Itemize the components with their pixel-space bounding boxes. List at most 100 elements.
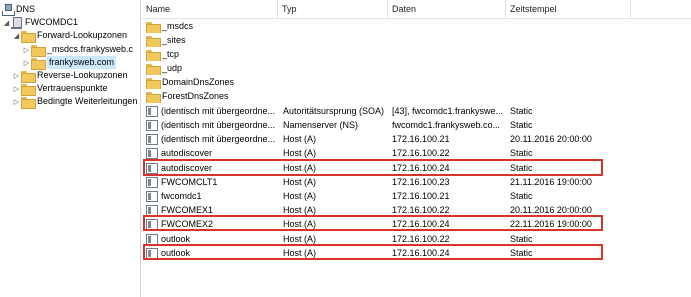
record-timestamp: Static [510,163,533,173]
table-row[interactable]: autodiscover Host (A) 172.16.100.24 Stat… [142,162,691,175]
table-row[interactable]: (identisch mit übergeordne... Namenserve… [142,119,691,132]
table-row[interactable]: FWCOMEX2 Host (A) 172.16.100.24 22.11.20… [142,218,691,231]
chevron-right-icon[interactable]: ▷ [22,46,31,54]
tree-item-forward-zones[interactable]: ◢ Forward-Lookupzonen [12,29,128,43]
console-tree: DNS ◢ FWCOMDC1 ◢ Forward-Lookupzonen ▷ _… [0,0,141,297]
record-type: Namenserver (NS) [283,120,359,130]
table-row[interactable]: FWCOMEX1 Host (A) 172.16.100.22 20.11.20… [142,204,691,217]
server-icon [11,16,22,29]
list-item[interactable]: DomainDnsZones [142,76,691,89]
column-header-data[interactable]: Daten [388,0,506,19]
table-row[interactable]: outlook Host (A) 172.16.100.22 Static [142,233,691,246]
folder-icon [146,63,161,75]
record-data: fwcomdc1.frankysweb.co... [392,120,501,130]
record-timestamp: 21.11.2016 19:00:00 [510,177,592,187]
record-data: [43], fwcomdc1.frankyswe... [392,106,504,116]
record-type: Host (A) [283,177,317,187]
list-item[interactable]: ForestDnsZones [142,90,691,103]
record-icon [146,163,158,174]
record-name: autodiscover [161,163,213,173]
record-data: 172.16.100.22 [392,148,450,158]
tree-item-server[interactable]: ◢ FWCOMDC1 [2,16,78,29]
record-data: 172.16.100.21 [392,191,450,201]
record-icon [146,234,158,245]
table-row[interactable]: autodiscover Host (A) 172.16.100.22 Stat… [142,147,691,160]
chevron-down-icon[interactable]: ◢ [12,32,21,40]
chevron-right-icon[interactable]: ▷ [12,85,21,93]
record-name: FWCOMCLT1 [161,177,218,187]
record-icon [146,106,158,117]
record-name: _udp [162,63,183,73]
zone-icon [31,44,46,57]
chevron-right-icon[interactable]: ▷ [12,72,21,80]
record-type: Host (A) [283,163,317,173]
tree-item-trust-points[interactable]: ▷ Vertrauenspunkte [12,82,108,96]
record-name: _msdcs [162,21,194,31]
column-header-timestamp[interactable]: Zeitstempel [506,0,631,19]
record-icon [146,120,158,131]
record-icon [146,177,158,188]
column-header-type[interactable]: Typ [278,0,388,19]
record-timestamp: Static [510,248,533,258]
record-timestamp: Static [510,234,533,244]
record-name: FWCOMEX2 [161,219,214,229]
record-icon [146,248,158,259]
chevron-down-icon[interactable]: ◢ [2,19,11,27]
chevron-right-icon[interactable]: ▷ [22,59,31,67]
record-type: Host (A) [283,248,317,258]
record-type: Host (A) [283,134,317,144]
record-data: 172.16.100.24 [392,219,450,229]
tree-item-label: Vertrauenspunkte [37,83,108,93]
tree-item-label: Forward-Lookupzonen [37,30,128,40]
table-row[interactable]: outlook Host (A) 172.16.100.24 Static [142,247,691,260]
tree-item-zone[interactable]: ▷ frankysweb.com [22,56,117,70]
record-type: Host (A) [283,219,317,229]
record-name: (identisch mit übergeordne... [161,120,276,130]
zone-icon [31,57,46,70]
chevron-right-icon[interactable]: ▷ [12,98,21,106]
tree-item-msdcs-zone[interactable]: ▷ _msdcs.frankysweb.c [22,43,133,57]
table-row[interactable]: (identisch mit übergeordne... Host (A) 1… [142,133,691,146]
table-row[interactable]: FWCOMCLT1 Host (A) 172.16.100.23 21.11.2… [142,176,691,189]
record-name: autodiscover [161,148,213,158]
folder-icon [21,96,36,109]
record-name: _tcp [162,49,180,59]
record-list: Name Typ Daten Zeitstempel _msdcs _sites… [142,0,691,297]
folder-icon [146,21,161,33]
tree-item-dns[interactable]: DNS [2,3,35,16]
list-item[interactable]: _msdcs [142,20,691,33]
record-data: 172.16.100.24 [392,163,450,173]
record-timestamp: Static [510,106,533,116]
record-name: DomainDnsZones [162,77,235,87]
record-icon [146,219,158,230]
record-timestamp: 22.11.2016 19:00:00 [510,219,592,229]
record-timestamp: 20.11.2016 20:00:00 [510,134,592,144]
folder-icon [21,83,36,96]
list-item[interactable]: _tcp [142,48,691,61]
tree-item-label: Reverse-Lookupzonen [37,70,128,80]
record-name: FWCOMEX1 [161,205,214,215]
table-row[interactable]: fwcomdc1 Host (A) 172.16.100.21 Static [142,190,691,203]
record-type: Host (A) [283,234,317,244]
folder-icon [146,49,161,61]
record-name: fwcomdc1 [161,191,202,201]
folder-icon [21,70,36,83]
record-type: Host (A) [283,148,317,158]
record-icon [146,148,158,159]
table-row[interactable]: (identisch mit übergeordne... Autoritäts… [142,105,691,118]
record-type: Autoritätsursprung (SOA) [283,106,385,116]
record-name: (identisch mit übergeordne... [161,106,276,116]
folder-icon [146,35,161,47]
list-header: Name Typ Daten Zeitstempel [142,0,691,19]
record-data: 172.16.100.22 [392,234,450,244]
record-icon [146,191,158,202]
tree-item-conditional-forwarders[interactable]: ▷ Bedingte Weiterleitungen [12,95,137,109]
record-icon [146,134,158,145]
list-item[interactable]: _udp [142,62,691,75]
list-item[interactable]: _sites [142,34,691,47]
column-header-name[interactable]: Name [142,0,278,19]
tree-item-reverse-zones[interactable]: ▷ Reverse-Lookupzonen [12,69,128,83]
record-data: 172.16.100.23 [392,177,450,187]
record-type: Host (A) [283,191,317,201]
record-name: outlook [161,248,191,258]
